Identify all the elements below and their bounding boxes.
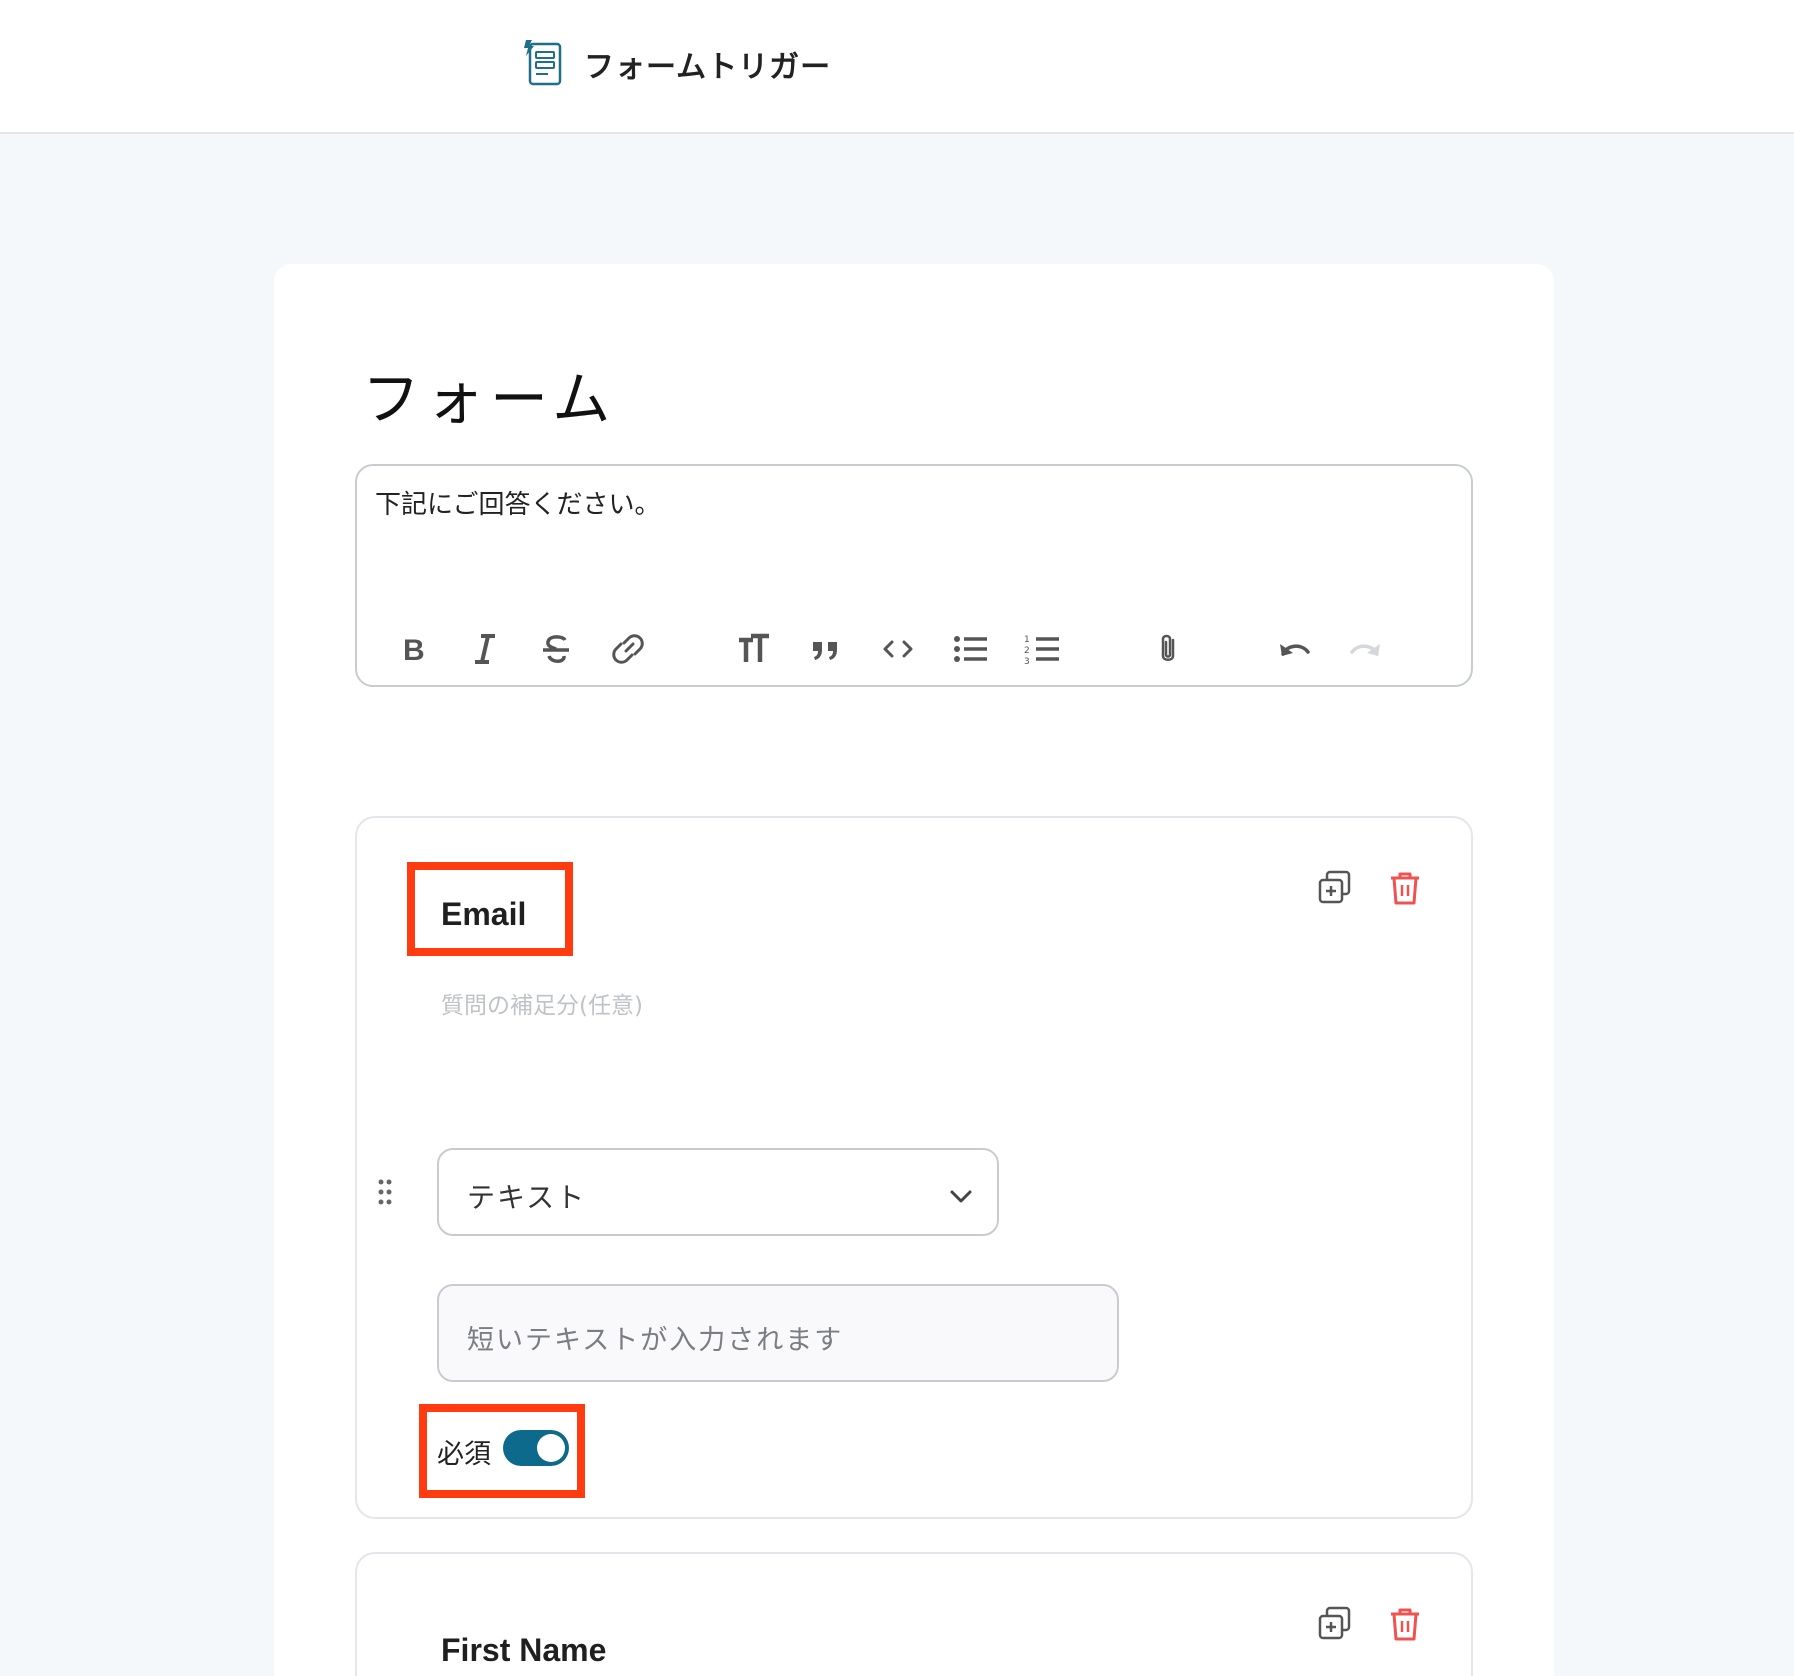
redo-icon xyxy=(1343,626,1389,672)
question-type-select[interactable]: テキスト xyxy=(437,1148,999,1236)
heading-icon[interactable] xyxy=(731,626,777,672)
link-icon[interactable] xyxy=(605,626,651,672)
duplicate-icon[interactable] xyxy=(1315,1604,1355,1644)
italic-icon[interactable] xyxy=(461,626,507,672)
question-card: Email 質問の補足分(任意) テキスト 短いテキストが入力されます 必須 xyxy=(355,816,1473,1519)
duplicate-icon[interactable] xyxy=(1315,868,1355,908)
question-title[interactable]: First Name xyxy=(441,1632,606,1669)
svg-text:3: 3 xyxy=(1024,657,1030,667)
svg-text:2: 2 xyxy=(1024,646,1030,656)
rich-text-toolbar: B 123 xyxy=(357,626,1471,672)
required-toggle[interactable] xyxy=(503,1430,569,1466)
quote-icon[interactable] xyxy=(803,626,849,672)
trash-icon[interactable] xyxy=(1385,1604,1425,1644)
description-editor[interactable]: 下記にご回答ください。 B 123 xyxy=(355,464,1473,687)
svg-text:1: 1 xyxy=(1024,635,1030,645)
toggle-knob xyxy=(537,1434,565,1462)
form-document-icon xyxy=(520,36,566,88)
drag-handle-icon[interactable] xyxy=(377,1178,393,1206)
chevron-down-icon xyxy=(947,1182,975,1210)
bullet-list-icon[interactable] xyxy=(947,626,993,672)
numbered-list-icon[interactable]: 123 xyxy=(1019,626,1065,672)
question-title[interactable]: Email xyxy=(441,896,526,933)
answer-placeholder: 短いテキストが入力されます xyxy=(467,1325,844,1356)
description-text[interactable]: 下記にご回答ください。 xyxy=(375,484,660,521)
strikethrough-icon[interactable] xyxy=(533,626,579,672)
trash-icon[interactable] xyxy=(1385,868,1425,908)
question-card: First Name xyxy=(355,1552,1473,1676)
question-description-field[interactable]: 質問の補足分(任意) xyxy=(441,986,643,1020)
attachment-icon[interactable] xyxy=(1145,626,1191,672)
answer-preview-input: 短いテキストが入力されます xyxy=(437,1284,1119,1382)
bold-icon[interactable]: B xyxy=(389,626,435,672)
form-title[interactable]: フォーム xyxy=(362,352,616,436)
undo-icon[interactable] xyxy=(1271,626,1317,672)
code-icon[interactable] xyxy=(875,626,921,672)
top-bar: フォームトリガー xyxy=(0,0,1794,134)
app-title: フォームトリガー xyxy=(584,50,832,85)
question-type-value: テキスト xyxy=(467,1181,587,1214)
required-label: 必須 xyxy=(437,1439,491,1470)
svg-text:B: B xyxy=(403,634,425,667)
